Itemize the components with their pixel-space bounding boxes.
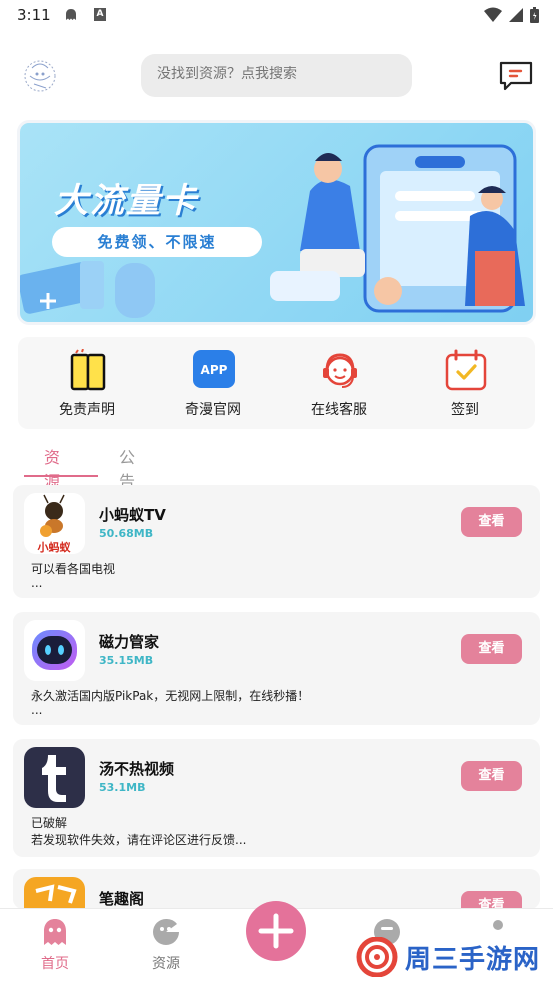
app-icon: APP — [193, 350, 235, 388]
resource-size: 35.15MB — [99, 654, 154, 667]
robot-face-icon — [32, 630, 77, 670]
book-icon — [70, 349, 106, 391]
watermark-spiral-icon — [356, 937, 398, 977]
description-line: 若发现软件失效，请在评论区进行反馈... — [31, 833, 247, 847]
view-button[interactable]: 查看 — [461, 891, 522, 909]
view-button[interactable]: 查看 — [461, 507, 522, 537]
search-input[interactable] — [157, 66, 397, 82]
resource-description: 已破解 若发现软件失效，请在评论区进行反馈... — [31, 815, 531, 849]
quick-link-label: 签到 — [451, 402, 479, 418]
book-pavilion-icon — [35, 884, 77, 904]
resource-size: 53.1MB — [99, 781, 146, 794]
headset-icon — [323, 353, 357, 388]
nav-resources[interactable]: 资源 — [136, 917, 196, 973]
add-button[interactable] — [246, 901, 306, 961]
resource-name: 汤不热视频 — [99, 760, 175, 778]
bottom-navigation: 首页 资源 周三手游网 — [0, 901, 553, 983]
watermark-text: 周三手游网 — [405, 944, 541, 975]
description-line: 永久激活国内版PikPak，无视网上限制，在线秒播！ — [31, 689, 310, 703]
status-time: 3:11 — [17, 6, 51, 24]
signal-icon — [509, 8, 523, 22]
resource-app-icon — [24, 877, 85, 909]
resource-size: 50.68MB — [99, 527, 154, 540]
message-icon[interactable] — [499, 60, 533, 92]
resource-card[interactable]: 汤不热视频 53.1MB 查看 已破解 若发现软件失效，请在评论区进行反馈... — [13, 739, 540, 857]
resource-card[interactable]: 小蚂蚁 小蚂蚁TV 50.68MB 查看 可以看各国电视 ... — [13, 485, 540, 598]
description-line: 已破解 — [31, 816, 68, 830]
search-bar[interactable] — [141, 54, 412, 97]
description-line: 可以看各国电视 — [31, 562, 116, 576]
avatar[interactable] — [20, 54, 60, 98]
quick-links-panel: 免责声明 APP 奇漫官网 在线客服 签到 — [18, 337, 535, 429]
quick-link-label: 奇漫官网 — [185, 402, 241, 418]
resource-app-icon — [24, 620, 85, 681]
notification-a-icon: A — [94, 8, 106, 21]
resource-app-icon — [24, 747, 85, 808]
quick-link-official-site[interactable]: APP 奇漫官网 — [168, 337, 258, 429]
plus-icon — [258, 913, 294, 949]
ant-icon-text: 小蚂蚁 — [37, 540, 72, 554]
resource-name: 笔趣阁 — [99, 890, 145, 908]
tumblr-t-icon — [42, 755, 66, 802]
quick-link-customer-service[interactable]: 在线客服 — [294, 337, 384, 429]
quick-link-checkin[interactable]: 签到 — [420, 337, 510, 429]
quick-link-disclaimer[interactable]: 免责声明 — [42, 337, 132, 429]
resource-name: 小蚂蚁TV — [99, 506, 166, 524]
nav-home[interactable]: 首页 — [25, 917, 85, 973]
tab-active-indicator — [24, 475, 98, 477]
ghost-home-icon — [44, 919, 66, 945]
watermark: 周三手游网 — [355, 937, 541, 977]
pacman-resources-icon — [153, 918, 179, 945]
resource-card[interactable]: 磁力管家 35.15MB 查看 永久激活国内版PikPak，无视网上限制，在线秒… — [13, 612, 540, 725]
quick-link-label: 免责声明 — [59, 402, 115, 418]
banner-title: 大流量卡 — [54, 181, 198, 221]
description-line: ... — [31, 703, 43, 717]
battery-icon — [530, 7, 539, 23]
notification-ghost-icon — [66, 9, 76, 20]
quick-link-label: 在线客服 — [311, 402, 367, 418]
app-icon-text: APP — [201, 363, 228, 377]
status-bar: 3:11 A — [0, 0, 553, 32]
promo-banner[interactable]: 大流量卡 免费领、不限速 — [17, 120, 536, 325]
view-button[interactable]: 查看 — [461, 634, 522, 664]
ant-mascot-icon: 小蚂蚁 — [37, 494, 72, 554]
view-button[interactable]: 查看 — [461, 761, 522, 791]
banner-people-illustration — [270, 144, 525, 313]
nav-home-label: 首页 — [41, 956, 69, 972]
status-indicators — [484, 7, 539, 23]
banner-subtitle: 免费领、不限速 — [52, 227, 262, 257]
wifi-icon — [484, 7, 502, 22]
resource-description: 可以看各国电视 ... — [31, 561, 531, 590]
resource-description: 永久激活国内版PikPak，无视网上限制，在线秒播！ ... — [31, 688, 531, 717]
resource-name: 磁力管家 — [99, 633, 160, 651]
calendar-check-icon — [445, 349, 487, 391]
banner-medical-illustration — [20, 261, 155, 318]
resource-app-icon: 小蚂蚁 — [24, 493, 85, 554]
nav-resources-label: 资源 — [152, 956, 180, 972]
description-line: ... — [31, 576, 43, 590]
